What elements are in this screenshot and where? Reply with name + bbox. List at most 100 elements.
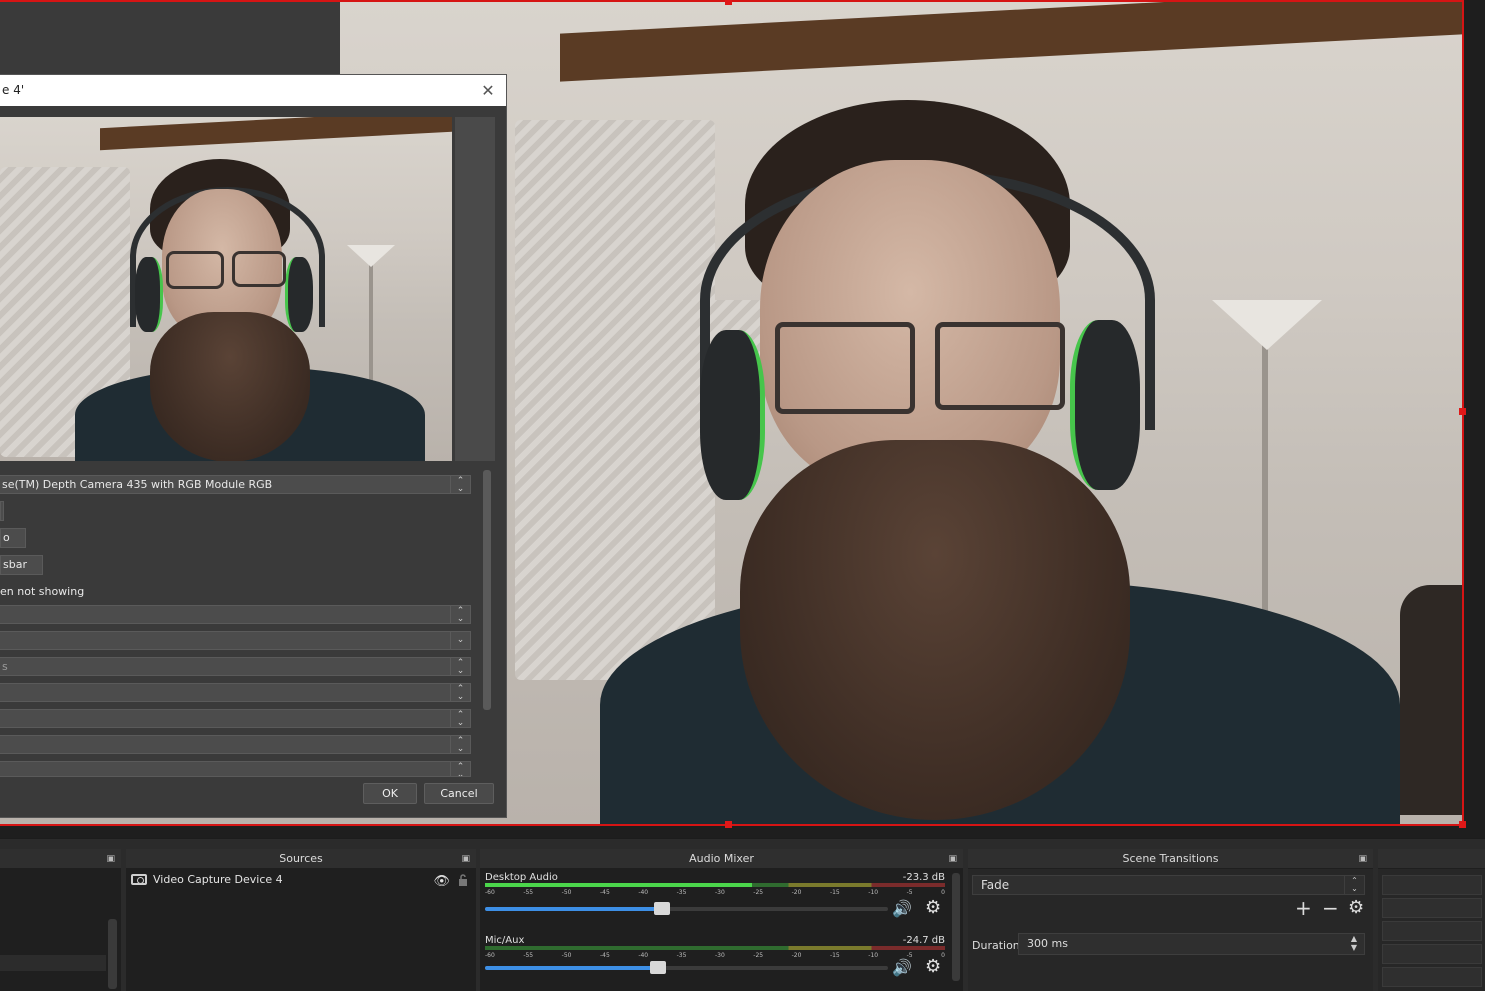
duration-input[interactable]: 300 ms ▲ ▼ <box>1018 933 1365 955</box>
property-select-3[interactable]: s ⌃ ⌄ <box>0 657 471 676</box>
source-item-label: Video Capture Device 4 <box>153 873 283 886</box>
lock-icon[interactable] <box>457 874 469 886</box>
scenes-list[interactable] <box>0 869 121 991</box>
meter-tick-label: -45 <box>599 952 610 959</box>
ok-button[interactable]: OK <box>363 783 417 804</box>
meter-tick-label: 0 <box>941 889 945 896</box>
dialog-title: e 4' <box>2 83 25 97</box>
checkbox-label: en not showing <box>0 585 85 598</box>
audio-mixer-dock-title: Audio Mixer ▣ <box>480 849 963 869</box>
meter-tick-label: -15 <box>829 952 840 959</box>
float-dock-icon[interactable]: ▣ <box>106 849 115 869</box>
property-select-6[interactable]: ⌃ ⌄ <box>0 735 471 754</box>
control-button[interactable] <box>1382 944 1482 964</box>
desktop-audio-label: Desktop Audio <box>485 872 558 883</box>
control-button[interactable] <box>1382 898 1482 918</box>
property-select-7[interactable]: ⌃ ⌄ <box>0 761 471 777</box>
chevron-updown-icon: ⌃ ⌄ <box>450 736 470 753</box>
float-dock-icon[interactable]: ▣ <box>1358 849 1367 869</box>
close-icon[interactable]: ✕ <box>478 75 498 106</box>
resize-handle-top[interactable] <box>725 0 732 5</box>
chevron-updown-icon: ⌃ ⌄ <box>450 684 470 701</box>
sources-dock: Sources ▣ Video Capture Device 4 👁 <box>126 849 476 991</box>
transition-select[interactable]: Fade ⌃ ⌄ <box>972 875 1365 895</box>
meter-tick-label: -30 <box>714 889 725 896</box>
speaker-icon[interactable]: 🔊 <box>892 960 912 976</box>
gear-icon[interactable]: ⚙ <box>925 899 941 917</box>
scene-transitions-dock-title: Scene Transitions ▣ <box>968 849 1373 869</box>
meter-tick-label: -30 <box>714 952 725 959</box>
sources-title-text: Sources <box>279 852 323 865</box>
control-button[interactable] <box>1382 875 1482 895</box>
stepper-icon[interactable]: ▲ ▼ <box>1344 934 1364 954</box>
scenes-scrollbar[interactable] <box>108 919 117 989</box>
float-dock-icon[interactable]: ▣ <box>948 849 957 869</box>
property-select-1[interactable]: ⌃ ⌄ <box>0 605 471 624</box>
control-button[interactable] <box>1382 921 1482 941</box>
volume-slider-handle[interactable] <box>650 961 667 974</box>
resize-handle-bottom[interactable] <box>725 821 732 828</box>
source-item[interactable]: Video Capture Device 4 👁 <box>128 871 474 889</box>
mic-aux-db: -24.7 dB <box>902 935 945 946</box>
meter-tick-label: -20 <box>791 952 802 959</box>
meter-tick-label: -25 <box>753 952 764 959</box>
volume-slider-handle[interactable] <box>654 902 671 915</box>
controls-dock <box>1378 849 1485 991</box>
speaker-icon[interactable]: 🔊 <box>892 901 912 917</box>
meter-tick-label: -15 <box>829 889 840 896</box>
minus-icon[interactable]: − <box>1322 898 1339 918</box>
configure-video-button[interactable]: o <box>0 528 26 548</box>
sources-list[interactable]: Video Capture Device 4 👁 <box>126 869 476 991</box>
chevron-down-icon: ⌄ <box>450 632 470 649</box>
chevron-updown-icon: ⌃ ⌄ <box>450 606 470 623</box>
meter-tick-label: -35 <box>676 952 687 959</box>
device-select[interactable]: se(TM) Depth Camera 435 with RGB Module … <box>0 475 471 494</box>
mic-aux-volume-slider[interactable] <box>485 961 888 974</box>
deactivate-button[interactable] <box>0 501 4 521</box>
cancel-label: Cancel <box>440 787 478 800</box>
resize-handle-right[interactable] <box>1459 408 1466 415</box>
mic-aux-meter <box>485 946 945 950</box>
desktop-audio-volume-slider[interactable] <box>485 902 888 915</box>
gear-icon[interactable]: ⚙ <box>925 958 941 976</box>
audio-mixer-scrollbar[interactable] <box>952 873 960 981</box>
configure-crossbar-label: sbar <box>3 558 27 571</box>
plus-icon[interactable]: + <box>1295 898 1312 918</box>
chevron-updown-icon: ⌃ ⌄ <box>450 476 470 493</box>
dialog-preview-scrollbar[interactable] <box>455 117 495 461</box>
dialog-titlebar[interactable]: e 4' ✕ <box>0 75 506 106</box>
meter-tick-label: -45 <box>599 889 610 896</box>
meter-tick-label: -40 <box>638 952 649 959</box>
cancel-button[interactable]: Cancel <box>424 783 494 804</box>
gear-icon[interactable]: ⚙ <box>1348 898 1364 918</box>
configure-crossbar-button[interactable]: sbar <box>0 555 43 575</box>
float-dock-icon[interactable]: ▣ <box>461 849 470 869</box>
deactivate-when-not-showing-checkbox[interactable]: en not showing <box>0 585 84 598</box>
control-button[interactable] <box>1382 967 1482 987</box>
transition-select-value: Fade <box>981 878 1010 892</box>
eye-icon[interactable]: 👁 <box>433 873 450 891</box>
chevron-updown-icon: ⌃ ⌄ <box>1344 876 1364 894</box>
camera-icon <box>131 874 147 885</box>
resize-handle-bottom-right[interactable] <box>1459 821 1466 828</box>
properties-dialog: e 4' ✕ se(TM) Depth Camera 435 with RGB … <box>0 74 507 818</box>
meter-tick-label: -60 <box>485 952 495 959</box>
property-select-2[interactable]: ⌄ <box>0 631 471 650</box>
bottom-docks: ▣ Sources ▣ Video Capture Device 4 👁 Aud… <box>0 838 1485 991</box>
property-select-4[interactable]: ⌃ ⌄ <box>0 683 471 702</box>
scene-list-item[interactable] <box>0 955 106 971</box>
meter-tick-label: -50 <box>561 889 572 896</box>
duration-value: 300 ms <box>1027 937 1068 950</box>
audio-mixer-title-text: Audio Mixer <box>689 852 754 865</box>
dialog-properties-scrollbar[interactable] <box>483 470 491 710</box>
desktop-audio-meter <box>485 883 945 887</box>
dialog-preview-image <box>0 117 452 461</box>
meter-tick-label: -10 <box>868 889 879 896</box>
scene-transitions-title-text: Scene Transitions <box>1122 852 1219 865</box>
desktop-audio-db: -23.3 dB <box>902 872 945 883</box>
duration-label: Duration <box>972 939 1020 952</box>
meter-tick-label: -50 <box>561 952 572 959</box>
chevron-updown-icon: ⌃ ⌄ <box>450 658 470 675</box>
property-select-5[interactable]: ⌃ ⌄ <box>0 709 471 728</box>
meter-tick-label: -5 <box>906 889 913 896</box>
